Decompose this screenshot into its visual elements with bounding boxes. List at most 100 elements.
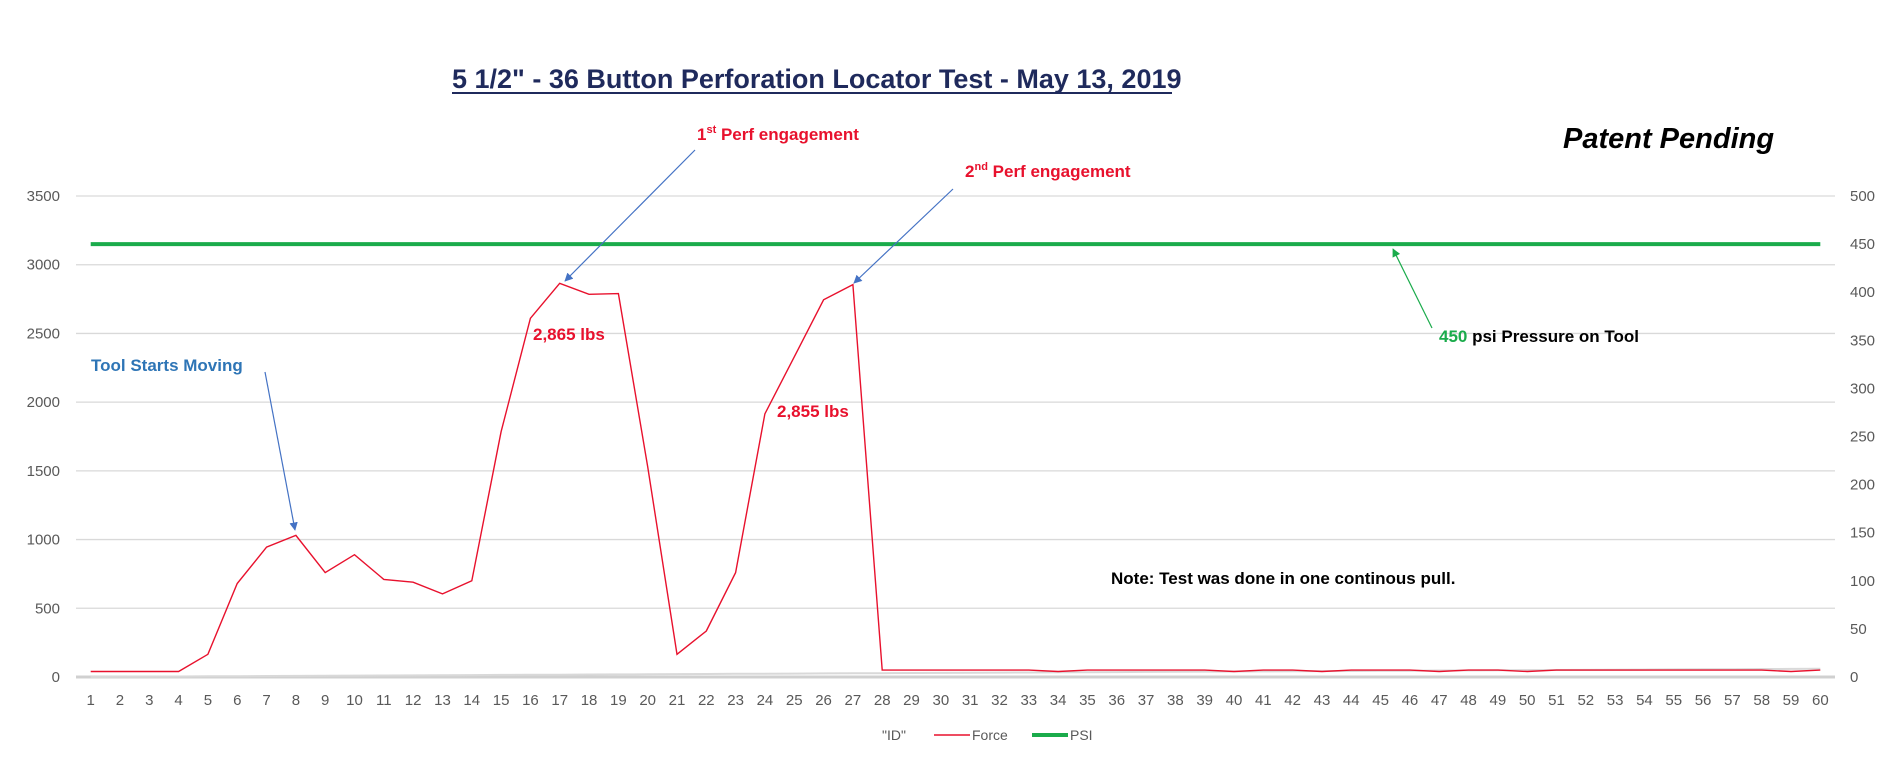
legend-label: PSI bbox=[1070, 727, 1093, 743]
x-tick-label: 6 bbox=[233, 692, 241, 709]
x-tick-label: 19 bbox=[610, 692, 627, 709]
y2-tick-label: 450 bbox=[1850, 236, 1875, 253]
legend-label: Force bbox=[972, 727, 1008, 743]
x-tick-label: 30 bbox=[932, 692, 949, 709]
x-tick-label: 8 bbox=[292, 692, 300, 709]
x-tick-label: 9 bbox=[321, 692, 329, 709]
perf2-label: 2nd Perf engagement bbox=[965, 161, 1131, 181]
x-tick-label: 10 bbox=[346, 692, 363, 709]
x-tick-label: 35 bbox=[1079, 692, 1096, 709]
y2-tick-label: 350 bbox=[1850, 332, 1875, 349]
x-tick-label: 48 bbox=[1460, 692, 1477, 709]
perf1-arrow bbox=[564, 149, 696, 282]
x-tick-label: 14 bbox=[463, 692, 480, 709]
x-tick-label: 18 bbox=[581, 692, 598, 709]
y-axis-left: 0 500 1000 1500 2000 2500 3000 3500 bbox=[27, 188, 60, 686]
x-tick-label: 44 bbox=[1343, 692, 1360, 709]
x-tick-label: 21 bbox=[669, 692, 686, 709]
x-tick-label: 34 bbox=[1050, 692, 1067, 709]
note-label: Note: Test was done in one continous pul… bbox=[1111, 569, 1455, 588]
perf2-label-sup: nd bbox=[974, 161, 987, 173]
x-tick-label: 16 bbox=[522, 692, 539, 709]
x-tick-label: 57 bbox=[1724, 692, 1741, 709]
x-tick-label: 33 bbox=[1020, 692, 1037, 709]
y-tick-label: 2500 bbox=[27, 325, 60, 342]
x-tick-label: 31 bbox=[962, 692, 979, 709]
perf1-label-rest: Perf engagement bbox=[716, 125, 859, 144]
y2-tick-label: 50 bbox=[1850, 621, 1867, 638]
y2-tick-label: 400 bbox=[1850, 284, 1875, 301]
x-tick-label: 32 bbox=[991, 692, 1008, 709]
x-tick-label: 15 bbox=[493, 692, 510, 709]
chart: 5 1/2" - 36 Button Perforation Locator T… bbox=[27, 64, 1875, 743]
x-tick-label: 25 bbox=[786, 692, 803, 709]
x-tick-label: 27 bbox=[845, 692, 862, 709]
x-tick-label: 20 bbox=[639, 692, 656, 709]
x-tick-label: 5 bbox=[204, 692, 212, 709]
y-tick-label: 0 bbox=[52, 669, 60, 686]
x-tick-label: 3 bbox=[145, 692, 153, 709]
patent-pending-label: Patent Pending bbox=[1563, 123, 1774, 155]
y-tick-label: 3500 bbox=[27, 188, 60, 205]
annotation-psi: 450 psi Pressure on Tool bbox=[1392, 248, 1639, 346]
x-tick-label: 37 bbox=[1138, 692, 1155, 709]
legend-label: "ID" bbox=[882, 727, 906, 743]
y2-tick-label: 100 bbox=[1850, 573, 1875, 590]
x-tick-label: 49 bbox=[1490, 692, 1507, 709]
perf2-label-num: 2 bbox=[965, 162, 974, 181]
annotation-perf1: 1st Perf engagement bbox=[564, 124, 859, 282]
x-tick-label: 7 bbox=[262, 692, 270, 709]
peak1-label: 2,865 lbs bbox=[533, 325, 605, 344]
y2-tick-label: 200 bbox=[1850, 477, 1875, 494]
x-tick-label: 50 bbox=[1519, 692, 1536, 709]
x-tick-label: 11 bbox=[376, 692, 392, 709]
perf1-label-sup: st bbox=[706, 124, 716, 136]
y-tick-label: 1500 bbox=[27, 463, 60, 480]
series-group bbox=[90, 242, 1821, 678]
y-axis-right: 0 50 100 150 200 250 300 350 400 450 500 bbox=[1850, 188, 1875, 686]
y-tick-label: 1000 bbox=[27, 532, 60, 549]
x-tick-label: 55 bbox=[1665, 692, 1682, 709]
x-tick-label: 54 bbox=[1636, 692, 1653, 709]
x-tick-label: 43 bbox=[1314, 692, 1331, 709]
x-tick-label: 41 bbox=[1255, 692, 1272, 709]
annotation-tool-starts-moving: Tool Starts Moving bbox=[91, 356, 298, 531]
perf1-label-num: 1 bbox=[697, 125, 706, 144]
x-tick-label: 40 bbox=[1226, 692, 1243, 709]
y-tick-label: 3000 bbox=[27, 257, 60, 274]
x-tick-label: 2 bbox=[116, 692, 124, 709]
legend: "ID" Force PSI bbox=[882, 727, 1093, 743]
x-tick-label: 17 bbox=[551, 692, 568, 709]
x-tick-label: 28 bbox=[874, 692, 891, 709]
x-tick-label: 58 bbox=[1753, 692, 1770, 709]
x-tick-label: 24 bbox=[757, 692, 774, 709]
psi-arrow bbox=[1392, 248, 1433, 329]
x-tick-label: 45 bbox=[1372, 692, 1389, 709]
x-tick-label: 39 bbox=[1196, 692, 1213, 709]
x-tick-label: 47 bbox=[1431, 692, 1448, 709]
psi-label-rest: psi Pressure on Tool bbox=[1467, 327, 1639, 346]
x-axis: 1 2 3 4 5 6 7 8 9 10 11 12 13 14 15 16 17 18 19 20 21 22 23 24 2… bbox=[86, 692, 1828, 709]
x-tick-label: 22 bbox=[698, 692, 715, 709]
x-tick-label: 46 bbox=[1402, 692, 1419, 709]
x-tick-label: 26 bbox=[815, 692, 832, 709]
y-tick-label: 500 bbox=[35, 600, 60, 617]
x-tick-label: 1 bbox=[86, 692, 94, 709]
psi-label: 450 psi Pressure on Tool bbox=[1439, 327, 1639, 346]
y-tick-label: 2000 bbox=[27, 394, 60, 411]
tool-starts-moving-label: Tool Starts Moving bbox=[91, 356, 243, 375]
perf2-arrow bbox=[853, 188, 954, 284]
chart-title: 5 1/2" - 36 Button Perforation Locator T… bbox=[452, 64, 1182, 94]
y2-tick-label: 500 bbox=[1850, 188, 1875, 205]
y2-tick-label: 300 bbox=[1850, 380, 1875, 397]
psi-label-value: 450 bbox=[1439, 327, 1467, 346]
x-tick-label: 38 bbox=[1167, 692, 1184, 709]
x-tick-label: 51 bbox=[1548, 692, 1565, 709]
x-tick-label: 42 bbox=[1284, 692, 1301, 709]
x-tick-label: 13 bbox=[434, 692, 451, 709]
x-tick-label: 23 bbox=[727, 692, 744, 709]
x-tick-label: 12 bbox=[405, 692, 422, 709]
x-tick-label: 29 bbox=[903, 692, 920, 709]
tool-starts-moving-arrow bbox=[264, 371, 298, 531]
gridlines bbox=[76, 195, 1835, 679]
